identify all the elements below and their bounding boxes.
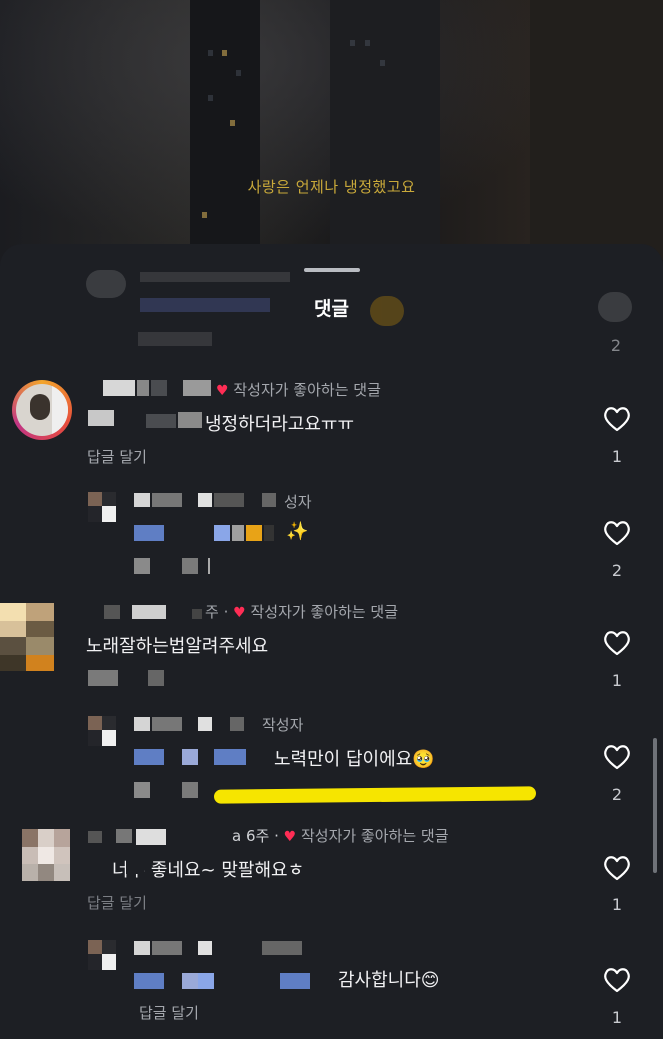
comment-emoji: ✨ <box>286 521 309 542</box>
like-count: 2 <box>611 785 623 804</box>
like-heart-icon[interactable] <box>603 520 631 546</box>
header-like-count: 2 <box>610 336 622 355</box>
like-heart-icon[interactable] <box>603 630 631 656</box>
avatar[interactable] <box>0 603 54 671</box>
like-count: 1 <box>611 1008 623 1027</box>
like-count: 2 <box>611 561 623 580</box>
heart-icon: ♥ <box>283 829 297 845</box>
sheet-title: 댓글 <box>314 298 349 320</box>
comment-meta: 작성자가 좋아하는 댓글 <box>250 603 399 621</box>
scrollbar[interactable] <box>653 738 657 873</box>
comment-text: 노래잘하는법알려주세요 <box>86 636 269 657</box>
heart-icon: ♥ <box>216 383 229 399</box>
avatar[interactable] <box>88 492 118 524</box>
comment-text: 냉정하더라고요ㅠㅠ <box>205 414 355 435</box>
comment-meta-date: 주 · <box>205 603 229 621</box>
comment-meta: 작성자 <box>262 716 304 734</box>
avatar[interactable] <box>88 716 118 748</box>
comment-meta: 작성자가 좋아하는 댓글 <box>233 381 381 399</box>
avatar[interactable] <box>88 940 118 972</box>
like-heart-icon[interactable] <box>603 967 631 993</box>
comment-text: 노력만이 답이에요🥹 <box>274 749 435 770</box>
avatar[interactable] <box>12 380 72 440</box>
like-count: 1 <box>611 895 623 914</box>
like-count: 1 <box>611 447 623 466</box>
avatar[interactable] <box>22 829 70 881</box>
comment-meta-date: a 6주 · <box>232 827 279 845</box>
like-heart-icon[interactable] <box>603 406 631 432</box>
reply-button[interactable]: 답글 달기 <box>87 892 147 913</box>
heart-icon: ♥ <box>233 605 246 621</box>
reply-button[interactable]: 답글 달기 <box>87 446 147 467</box>
comment-meta: 작성자가 좋아하는 댓글 <box>300 827 449 845</box>
reply-button[interactable]: 답글 달기 <box>139 1002 199 1023</box>
like-heart-icon[interactable] <box>603 855 631 881</box>
comment-text: 감사합니다😊 <box>338 970 440 991</box>
like-count: 1 <box>611 671 623 690</box>
comment-meta: 성자 <box>284 493 312 511</box>
like-heart-icon[interactable] <box>603 744 631 770</box>
video-subtitle: 사랑은 언제나 냉정했고요 <box>247 178 416 196</box>
